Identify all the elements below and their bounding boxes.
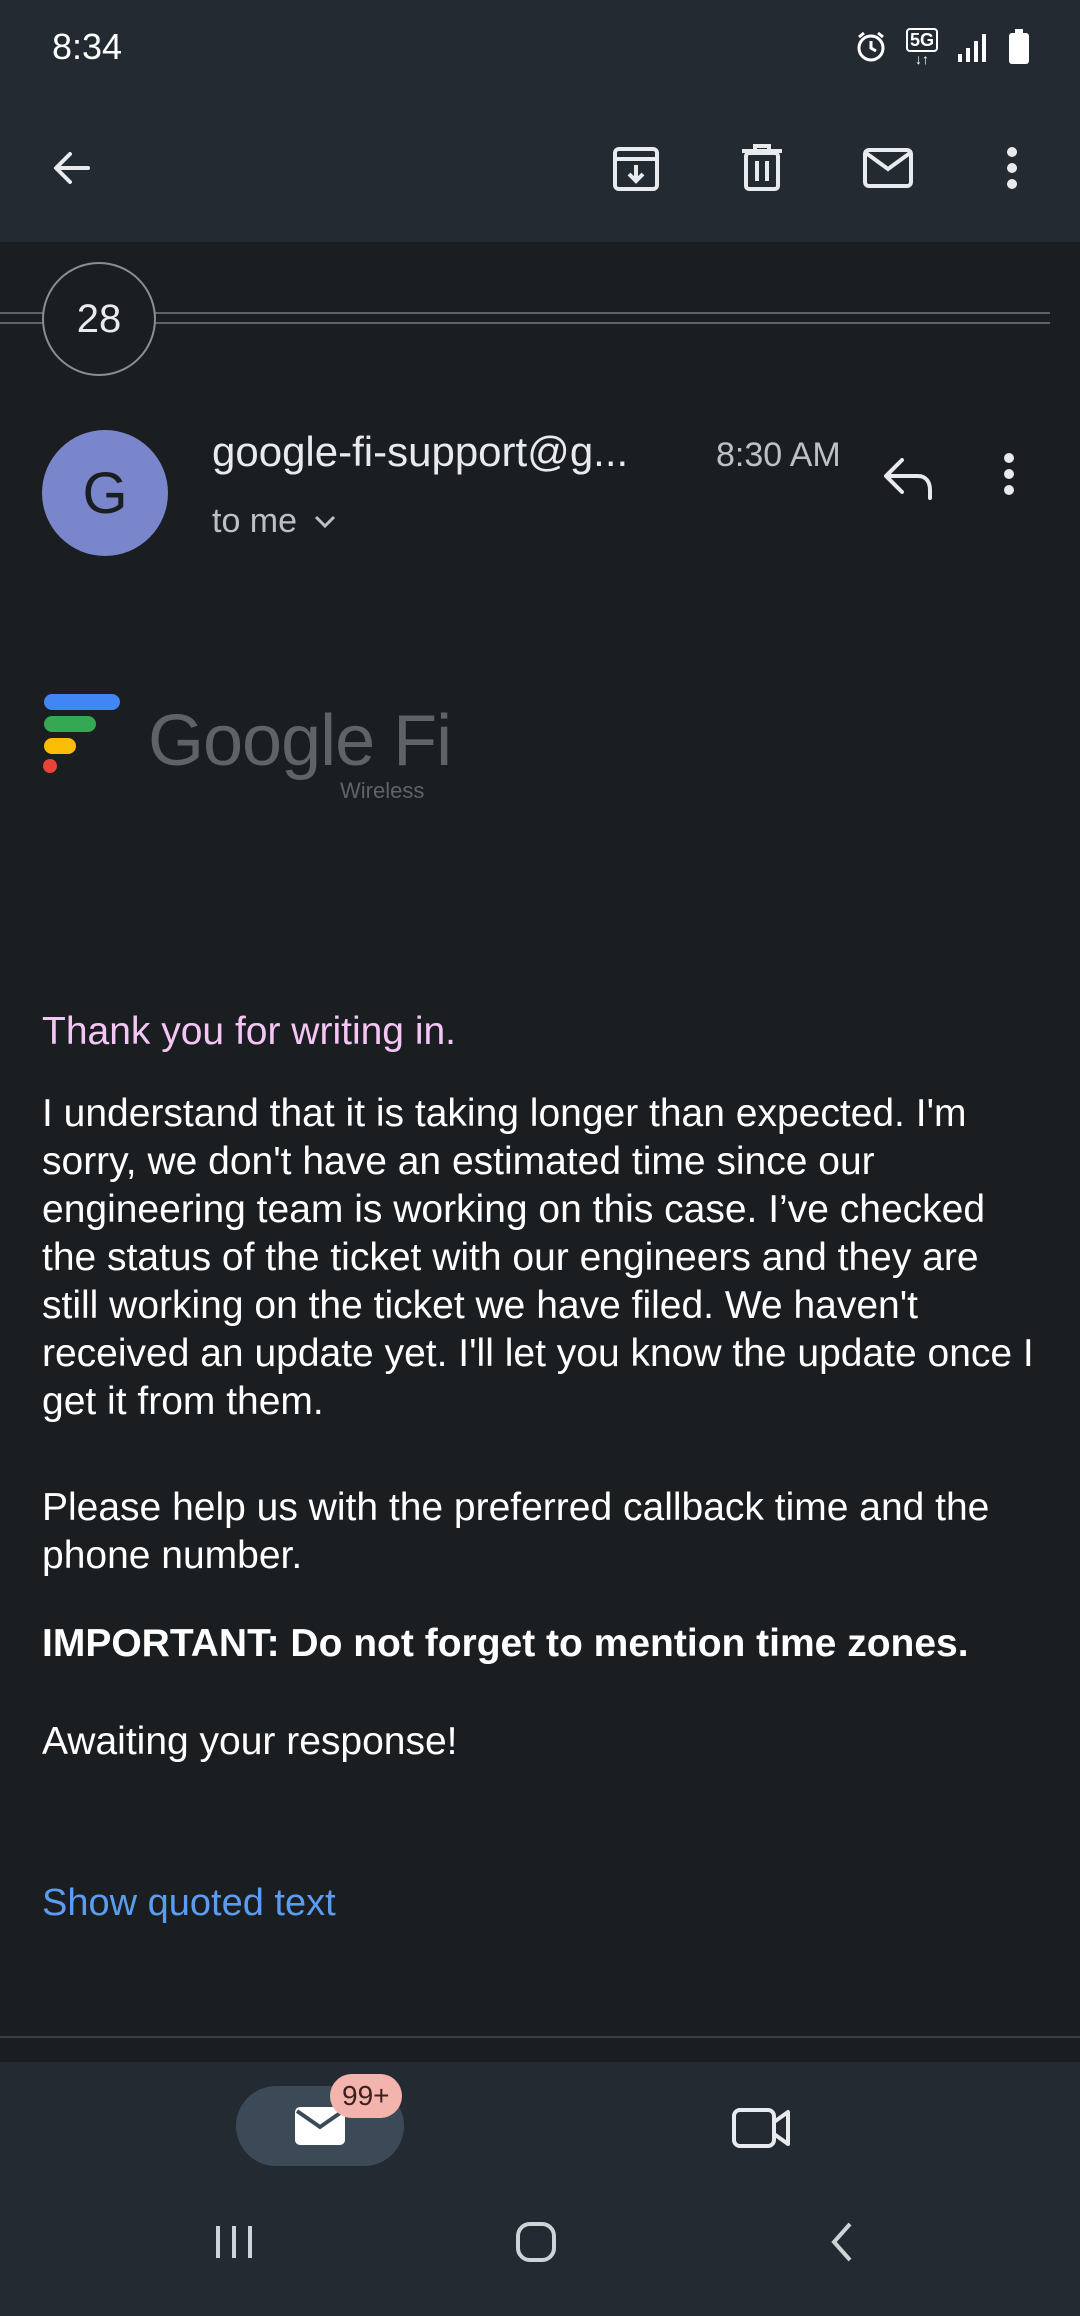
recipient-label: to me [212,502,298,540]
status-icons: 5G ↓↑ [854,28,1030,66]
archive-icon[interactable] [604,136,668,200]
collapsed-messages[interactable]: 28 [0,262,1080,378]
thread-divider [0,312,1050,314]
bottom-divider [0,2036,1080,2038]
body-paragraph: I understand that it is taking longer th… [42,1092,1034,1423]
5g-icon: 5G ↓↑ [905,28,938,66]
sender-name[interactable]: google-fi-support@g... [212,428,628,476]
status-time: 8:34 [52,26,123,67]
home-icon[interactable] [514,2222,558,2267]
system-back-icon[interactable] [822,2222,866,2267]
status-bar: 8:34 5G ↓↑ [0,0,1080,96]
chevron-down-icon [314,515,336,528]
video-icon[interactable] [730,2102,794,2154]
google-fi-logo: Google Fi Wireless [40,690,460,810]
closing-text: Awaiting your response! [42,1720,458,1763]
message-more-icon[interactable] [1002,452,1042,516]
logo-brand: Google Fi [148,701,452,781]
back-arrow-icon[interactable] [40,136,104,200]
battery-icon [1009,29,1029,64]
signal-icon [958,34,986,62]
message-time: 8:30 AM [716,436,841,474]
more-vert-icon[interactable] [980,136,1044,200]
delete-icon[interactable] [730,136,794,200]
unread-count-badge: 99+ [330,2074,402,2118]
greeting-text: Thank you for writing in. [42,1010,457,1053]
sender-avatar[interactable]: G [42,430,168,556]
recent-apps-icon[interactable] [212,2222,256,2267]
body-paragraph: Please help us with the preferred callba… [42,1486,990,1577]
recipient-details[interactable]: to me [212,502,337,541]
network-label: 5G [905,28,938,52]
reply-icon[interactable] [880,452,944,516]
thread-divider [0,322,1050,324]
message-toolbar [0,96,1080,242]
collapsed-count-badge[interactable]: 28 [42,262,156,376]
bottom-navigation: 99+ [0,2062,1080,2316]
google-fi-logo-mark [43,694,120,773]
logo-subtitle: Wireless [340,778,425,803]
show-quoted-text-link[interactable]: Show quoted text [42,1882,336,1925]
important-note: IMPORTANT: Do not forget to mention time… [42,1622,969,1665]
alarm-icon [857,31,885,62]
mark-unread-icon[interactable] [856,136,920,200]
